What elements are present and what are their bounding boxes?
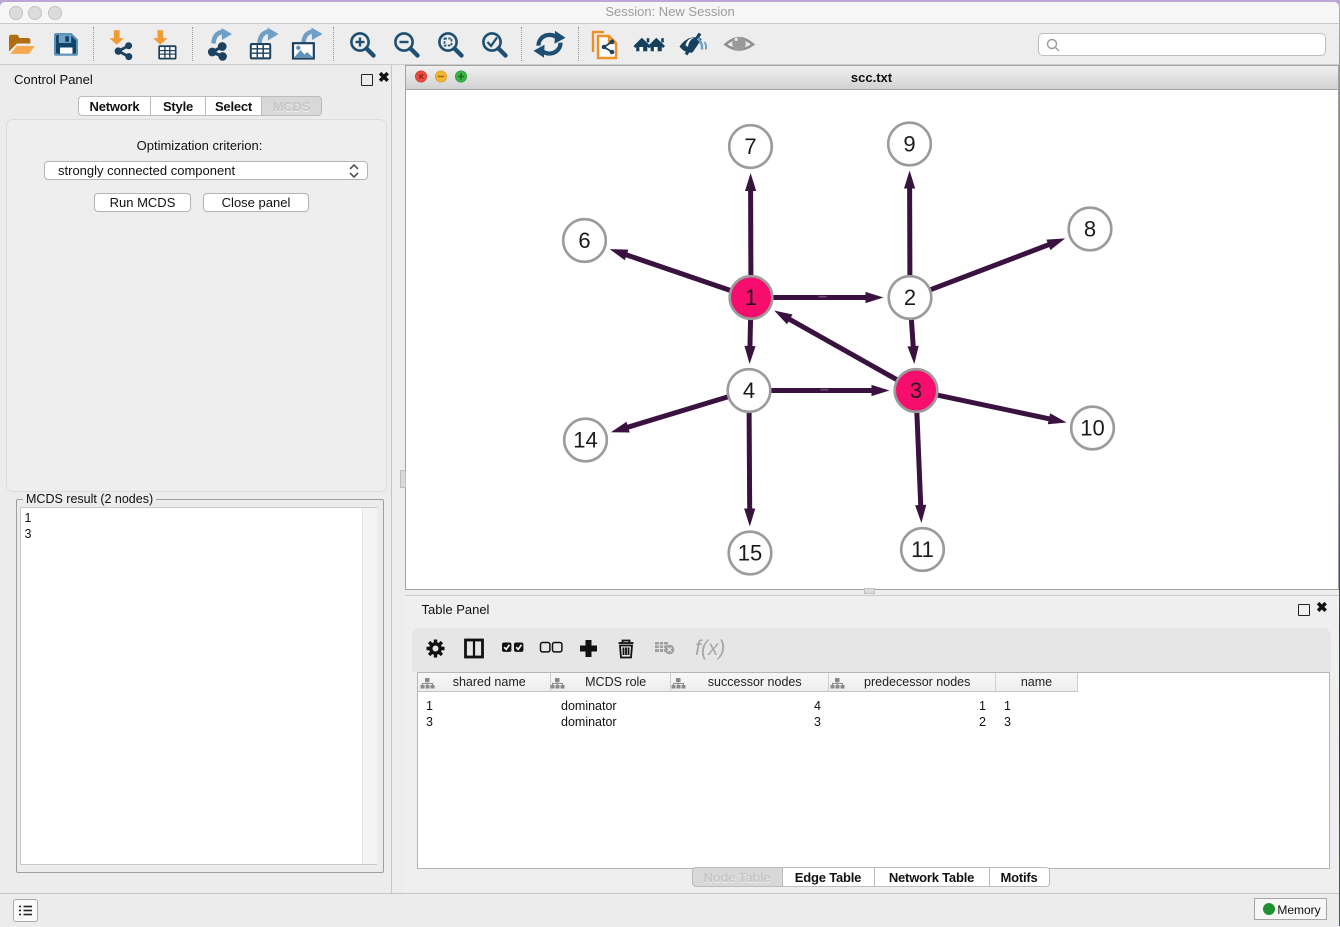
svg-text:15: 15: [737, 540, 761, 565]
svg-text:3: 3: [909, 378, 921, 403]
svg-text:7: 7: [744, 134, 756, 159]
svg-text:f(x): f(x): [695, 637, 725, 660]
svg-text:1: 1: [744, 285, 756, 310]
svg-text:4: 4: [742, 378, 754, 403]
svg-text:10: 10: [1080, 415, 1104, 440]
svg-text:6: 6: [578, 228, 590, 253]
svg-text:14: 14: [573, 427, 597, 452]
svg-text:2: 2: [903, 285, 915, 310]
svg-text:11: 11: [911, 537, 934, 562]
svg-text:8: 8: [1083, 216, 1095, 241]
svg-text:9: 9: [903, 131, 915, 156]
